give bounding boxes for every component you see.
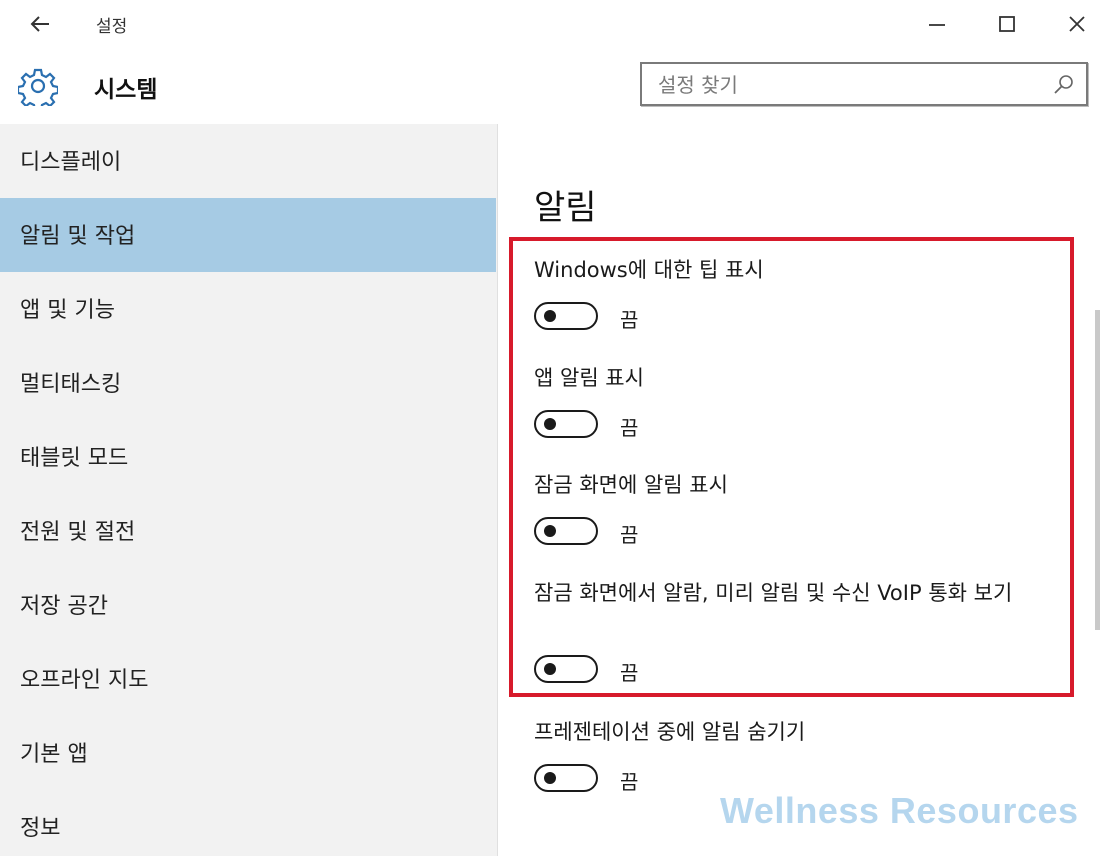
toggle-state-label: 끔: [620, 416, 639, 440]
page-title: 알림: [534, 188, 597, 228]
sidebar-item-multitasking[interactable]: 멀티태스킹: [0, 346, 496, 420]
setting-label-lock-screen-notifications: 잠금 화면에 알림 표시: [534, 473, 728, 497]
sidebar-item-label: 기본 앱: [20, 742, 88, 767]
toggle-knob: [544, 525, 556, 537]
close-button[interactable]: [1055, 4, 1099, 44]
toggle-hide-during-presentation[interactable]: [534, 764, 598, 792]
sidebar-item-display[interactable]: 디스플레이: [0, 124, 496, 198]
toggle-knob: [544, 418, 556, 430]
title-bar: 설정: [0, 0, 1102, 48]
close-icon: [1069, 16, 1085, 32]
sidebar-item-tablet-mode[interactable]: 태블릿 모드: [0, 420, 496, 494]
watermark: Wellness Resources: [720, 790, 1079, 831]
settings-header: 시스템: [0, 48, 1102, 124]
toggle-windows-tips[interactable]: [534, 302, 598, 330]
setting-label-app-notifications: 앱 알림 표시: [534, 366, 644, 390]
sidebar-item-power-sleep[interactable]: 전원 및 절전: [0, 494, 496, 568]
back-button[interactable]: [22, 6, 58, 42]
sidebar-item-about[interactable]: 정보: [0, 790, 496, 864]
sidebar: 디스플레이 알림 및 작업 앱 및 기능 멀티태스킹 태블릿 모드 전원 및 절…: [0, 124, 497, 856]
setting-label-lock-screen-alarms: 잠금 화면에서 알람, 미리 알림 및 수신 VoIP 통화 보기: [534, 581, 1013, 605]
sidebar-item-label: 정보: [20, 816, 61, 841]
scrollbar-thumb[interactable]: [1095, 310, 1100, 630]
toggle-state-label: 끔: [620, 770, 639, 794]
sidebar-item-label: 디스플레이: [20, 150, 122, 175]
search-box[interactable]: [640, 62, 1088, 106]
toggle-lock-screen-alarms[interactable]: [534, 655, 598, 683]
sidebar-item-label: 앱 및 기능: [20, 298, 115, 323]
setting-label-hide-during-presentation: 프레젠테이션 중에 알림 숨기기: [534, 720, 806, 744]
toggle-knob: [544, 310, 556, 322]
toggle-state-label: 끔: [620, 308, 639, 332]
sidebar-item-default-apps[interactable]: 기본 앱: [0, 716, 496, 790]
minimize-icon: [929, 24, 945, 26]
toggle-app-notifications[interactable]: [534, 410, 598, 438]
sidebar-item-label: 전원 및 절전: [20, 520, 136, 545]
toggle-state-label: 끔: [620, 661, 639, 685]
maximize-button[interactable]: [985, 4, 1029, 44]
sidebar-item-label: 멀티태스킹: [20, 372, 122, 397]
toggle-state-label: 끔: [620, 523, 639, 547]
maximize-icon: [999, 16, 1015, 32]
sidebar-item-notifications-actions[interactable]: 알림 및 작업: [0, 198, 496, 272]
search-icon[interactable]: [1052, 73, 1076, 97]
sidebar-item-label: 오프라인 지도: [20, 668, 149, 693]
section-title: 시스템: [94, 77, 158, 103]
search-input[interactable]: [656, 71, 1050, 99]
content-pane: 알림 Windows에 대한 팁 표시 끔 앱 알림 표시 끔 잠금 화면에 알…: [498, 124, 1102, 856]
toggle-lock-screen-notifications[interactable]: [534, 517, 598, 545]
window-title: 설정: [96, 17, 128, 37]
sidebar-item-label: 저장 공간: [20, 594, 108, 619]
toggle-knob: [544, 663, 556, 675]
sidebar-item-label: 태블릿 모드: [20, 446, 129, 471]
sidebar-item-storage[interactable]: 저장 공간: [0, 568, 496, 642]
sidebar-item-label: 알림 및 작업: [20, 224, 136, 249]
setting-label-windows-tips: Windows에 대한 팁 표시: [534, 258, 764, 282]
back-arrow-icon: [30, 16, 49, 32]
sidebar-item-apps-features[interactable]: 앱 및 기능: [0, 272, 496, 346]
toggle-knob: [544, 772, 556, 784]
sidebar-item-offline-maps[interactable]: 오프라인 지도: [0, 642, 496, 716]
minimize-button[interactable]: [915, 4, 959, 44]
gear-icon: [18, 68, 58, 106]
